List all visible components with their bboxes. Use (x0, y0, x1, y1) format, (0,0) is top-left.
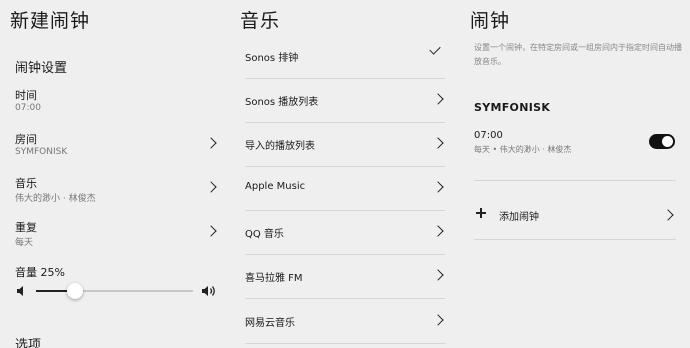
alarm-toggle[interactable] (649, 134, 675, 149)
chevron-right-icon (432, 225, 444, 237)
music-source-item[interactable]: Sonos 播放列表 (245, 88, 445, 132)
room-label: 房间 (15, 133, 37, 146)
alarms-title: 闹钟 (470, 10, 511, 32)
divider (245, 78, 445, 79)
music-title: 音乐 (240, 10, 281, 32)
divider (245, 298, 445, 299)
divider (474, 239, 676, 240)
volume-slider-thumb[interactable] (67, 283, 84, 299)
new-alarm-panel: 新建闹钟 闹钟设置 时间 07:00 房间 SYMFONISK 音乐 伟大的渺小… (0, 0, 230, 348)
divider (474, 180, 676, 181)
divider (245, 254, 445, 255)
volume-slider[interactable] (36, 283, 193, 299)
alarm-time[interactable]: 07:00 (474, 130, 503, 141)
music-panel: 音乐 Sonos 排钟 Sonos 播放列表 导入的播放列表 Apple Mus… (230, 0, 460, 348)
music-label: 音乐 (15, 177, 37, 190)
room-row[interactable]: 房间 SYMFONISK (15, 131, 220, 169)
music-source-label: 网易云音乐 (245, 318, 295, 329)
plus-icon (476, 208, 486, 218)
music-source-item[interactable]: 导入的播放列表 (245, 132, 445, 176)
chevron-right-icon (432, 269, 444, 281)
volume-high-icon (202, 286, 215, 296)
music-row[interactable]: 音乐 伟大的渺小 · 林俊杰 (15, 175, 220, 213)
chevron-right-icon (432, 93, 444, 105)
chevron-right-icon (432, 137, 444, 149)
music-source-label: QQ 音乐 (245, 229, 284, 240)
volume-label: 音量 25% (15, 266, 65, 279)
divider (245, 166, 445, 167)
chevron-right-icon (205, 181, 217, 193)
alarms-description: 设置一个闹钟，在特定房间或一组房间内于指定时间自动播放音乐。 (474, 43, 682, 66)
page-title: 新建闹钟 (10, 10, 91, 32)
music-source-label: 喜马拉雅 FM (245, 273, 303, 284)
music-source-label: Sonos 播放列表 (245, 97, 319, 108)
divider (245, 122, 445, 123)
alarm-settings-heading: 闹钟设置 (15, 61, 68, 76)
options-heading: 选项 (15, 338, 42, 348)
chevron-right-icon (205, 225, 217, 237)
music-source-label: 导入的播放列表 (245, 141, 315, 152)
checkmark-icon (429, 43, 441, 55)
alarms-panel: 闹钟 设置一个闹钟，在特定房间或一组房间内于指定时间自动播放音乐。 SYMFON… (460, 0, 690, 348)
divider (245, 343, 445, 344)
volume-low-icon (17, 286, 23, 296)
repeat-row[interactable]: 重复 每天 (15, 219, 220, 257)
music-source-item[interactable]: 喜马拉雅 FM (245, 264, 445, 308)
music-value: 伟大的渺小 · 林俊杰 (15, 194, 96, 204)
alarm-detail: 每天 • 伟大的渺小 · 林俊杰 (474, 145, 572, 154)
time-value: 07:00 (15, 103, 41, 113)
music-source-label: Apple Music (245, 181, 306, 192)
room-value: SYMFONISK (15, 147, 68, 157)
time-row[interactable]: 时间 07:00 (15, 87, 220, 125)
chevron-right-icon (205, 137, 217, 149)
repeat-label: 重复 (15, 221, 37, 234)
add-alarm-button[interactable]: 添加闹钟 (474, 205, 680, 225)
add-alarm-label: 添加闹钟 (499, 212, 539, 223)
chevron-right-icon (432, 181, 444, 193)
music-source-item[interactable]: Sonos 排钟 (245, 43, 445, 88)
divider (245, 210, 445, 211)
chevron-right-icon (432, 314, 444, 326)
time-label: 时间 (15, 89, 37, 102)
toggle-knob (662, 136, 673, 147)
room-heading: SYMFONISK (474, 101, 551, 114)
repeat-value: 每天 (15, 238, 34, 248)
music-source-label: Sonos 排钟 (245, 53, 299, 64)
chevron-right-icon (662, 209, 674, 221)
music-source-item[interactable]: QQ 音乐 (245, 220, 445, 264)
music-source-item[interactable]: Apple Music (245, 176, 445, 220)
